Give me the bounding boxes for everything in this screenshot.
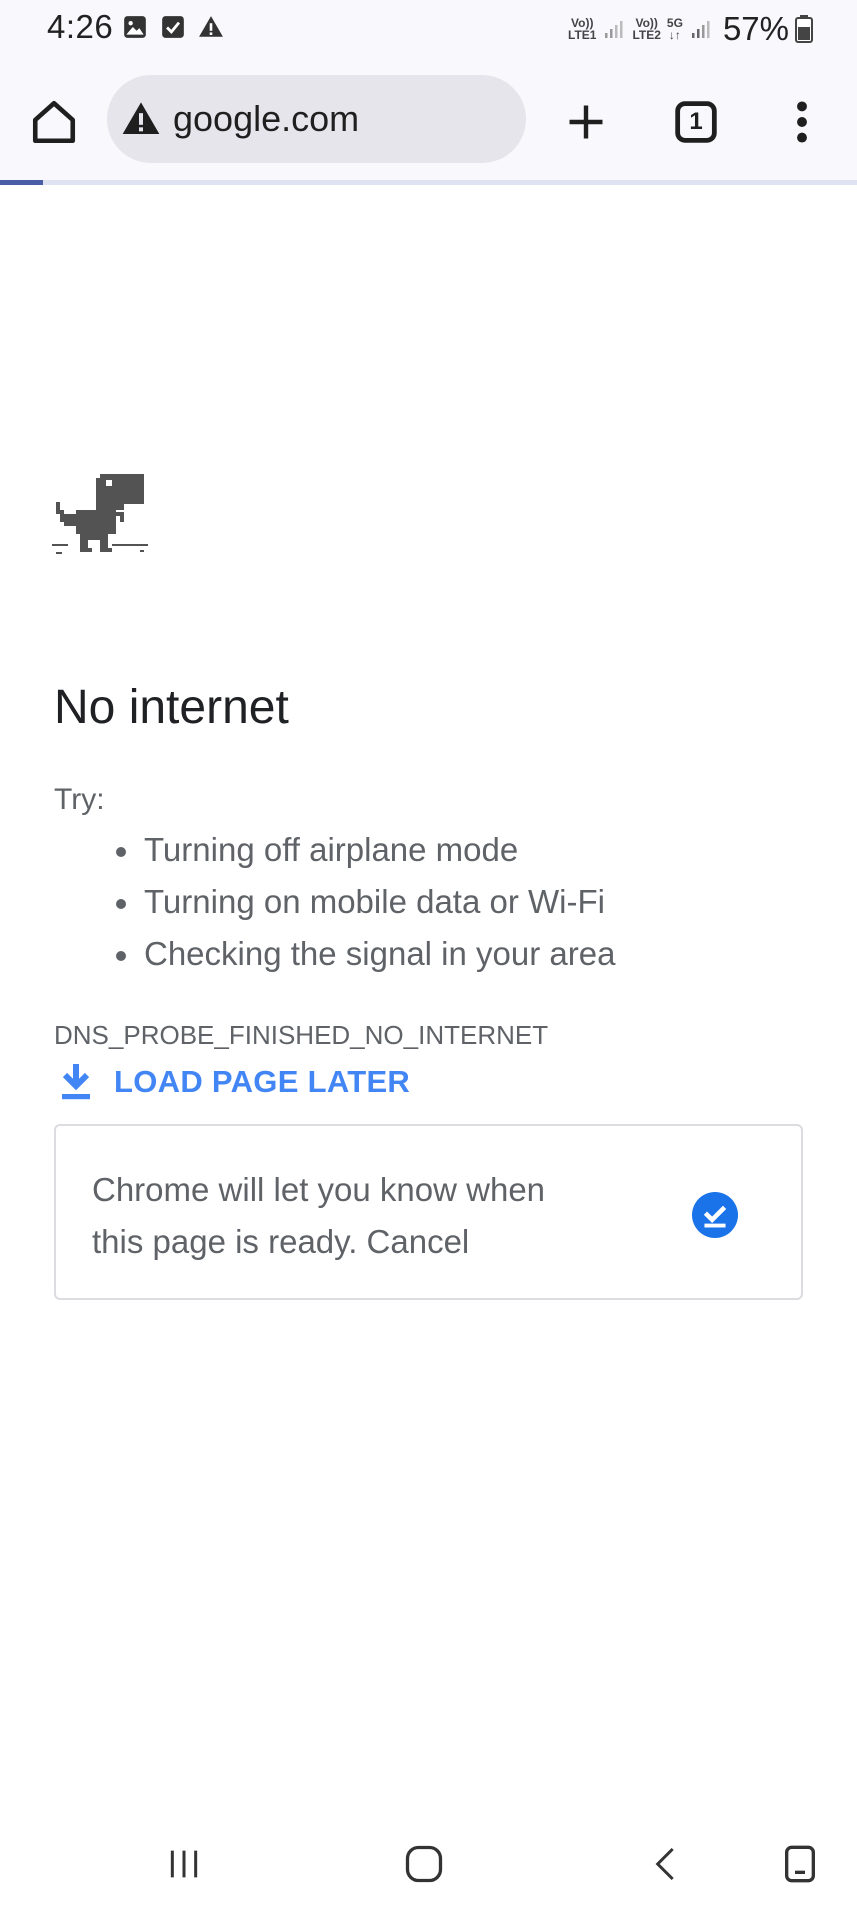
list-item: Turning off airplane mode (102, 824, 615, 876)
status-time: 4:26 (47, 8, 114, 45)
error-headline: No internet (54, 681, 289, 734)
home-nav-button[interactable] (394, 1839, 454, 1889)
scheduled-check-icon (692, 1192, 738, 1238)
menu-button[interactable] (774, 90, 830, 154)
home-icon (32, 100, 76, 144)
home-circle-icon (405, 1845, 443, 1883)
warning-icon (199, 16, 223, 37)
sim1-lte-label: LTE1 (568, 28, 597, 42)
download-icon (62, 1064, 90, 1100)
list-item: Checking the signal in your area (102, 928, 615, 980)
notice-line-1: Chrome will let you know when (92, 1171, 546, 1208)
notice-text: Chrome will let you know when this page … (92, 1164, 572, 1268)
recent-apps-button[interactable] (154, 1839, 214, 1889)
checkbox-icon (162, 16, 184, 38)
error-code: DNS_PROBE_FINISHED_NO_INTERNET (54, 1020, 549, 1050)
back-icon (655, 1847, 674, 1881)
status-right: Vo)) LTE1 Vo)) LTE2 5G ↓↑ 57% (568, 10, 813, 48)
image-icon (124, 16, 146, 38)
url-text[interactable]: google.com (173, 98, 359, 140)
security-warning-icon[interactable] (121, 99, 161, 139)
try-label: Try: (54, 783, 105, 816)
tab-switcher-button[interactable]: 1 (664, 90, 728, 154)
system-nav-bar (0, 1815, 857, 1911)
offline-dino-icon (52, 474, 148, 554)
screen: 4:26 Vo)) LTE1 Vo)) LTE2 5G ↓↑ 57% googl… (0, 0, 857, 1911)
status-bar: 4:26 Vo)) LTE1 Vo)) LTE2 5G ↓↑ 57% (0, 0, 857, 62)
page-load-progress-bar (0, 180, 43, 185)
home-button[interactable] (24, 92, 84, 152)
tab-count: 1 (689, 108, 703, 135)
screen-rotate-icon (785, 1845, 815, 1883)
more-vert-icon (797, 101, 807, 143)
sim2-indicator: Vo)) LTE2 (632, 17, 660, 41)
recent-apps-icon (170, 1850, 198, 1878)
new-tab-button[interactable] (554, 90, 618, 154)
page-load-progress-track (0, 180, 857, 185)
load-page-later-button[interactable]: LOAD PAGE LATER (58, 1062, 410, 1102)
load-page-later-label[interactable]: LOAD PAGE LATER (114, 1064, 410, 1100)
signal-sim2-icon (691, 21, 710, 38)
notice-line-2[interactable]: this page is ready. Cancel (92, 1216, 572, 1268)
signal-sim1-icon (605, 21, 623, 38)
sim1-indicator: Vo)) LTE1 (568, 17, 596, 41)
list-item: Turning on mobile data or Wi-Fi (102, 876, 615, 928)
battery-percent: 57% (722, 10, 789, 47)
sim2-lte-label: LTE2 (632, 28, 661, 42)
notification-icons (122, 14, 224, 40)
suggestions-list: Turning off airplane mode Turning on mob… (102, 824, 615, 980)
network-type: 5G ↓↑ (667, 17, 683, 41)
offline-notice-card: Chrome will let you know when this page … (54, 1124, 803, 1300)
omnibox[interactable]: google.com (107, 75, 526, 163)
rotate-screen-button[interactable] (770, 1839, 830, 1889)
browser-toolbar: google.com 1 (0, 62, 857, 185)
battery-icon (795, 15, 813, 43)
plus-icon (569, 105, 603, 139)
back-button[interactable] (636, 1839, 696, 1889)
data-arrows-icon: ↓↑ (668, 28, 681, 42)
